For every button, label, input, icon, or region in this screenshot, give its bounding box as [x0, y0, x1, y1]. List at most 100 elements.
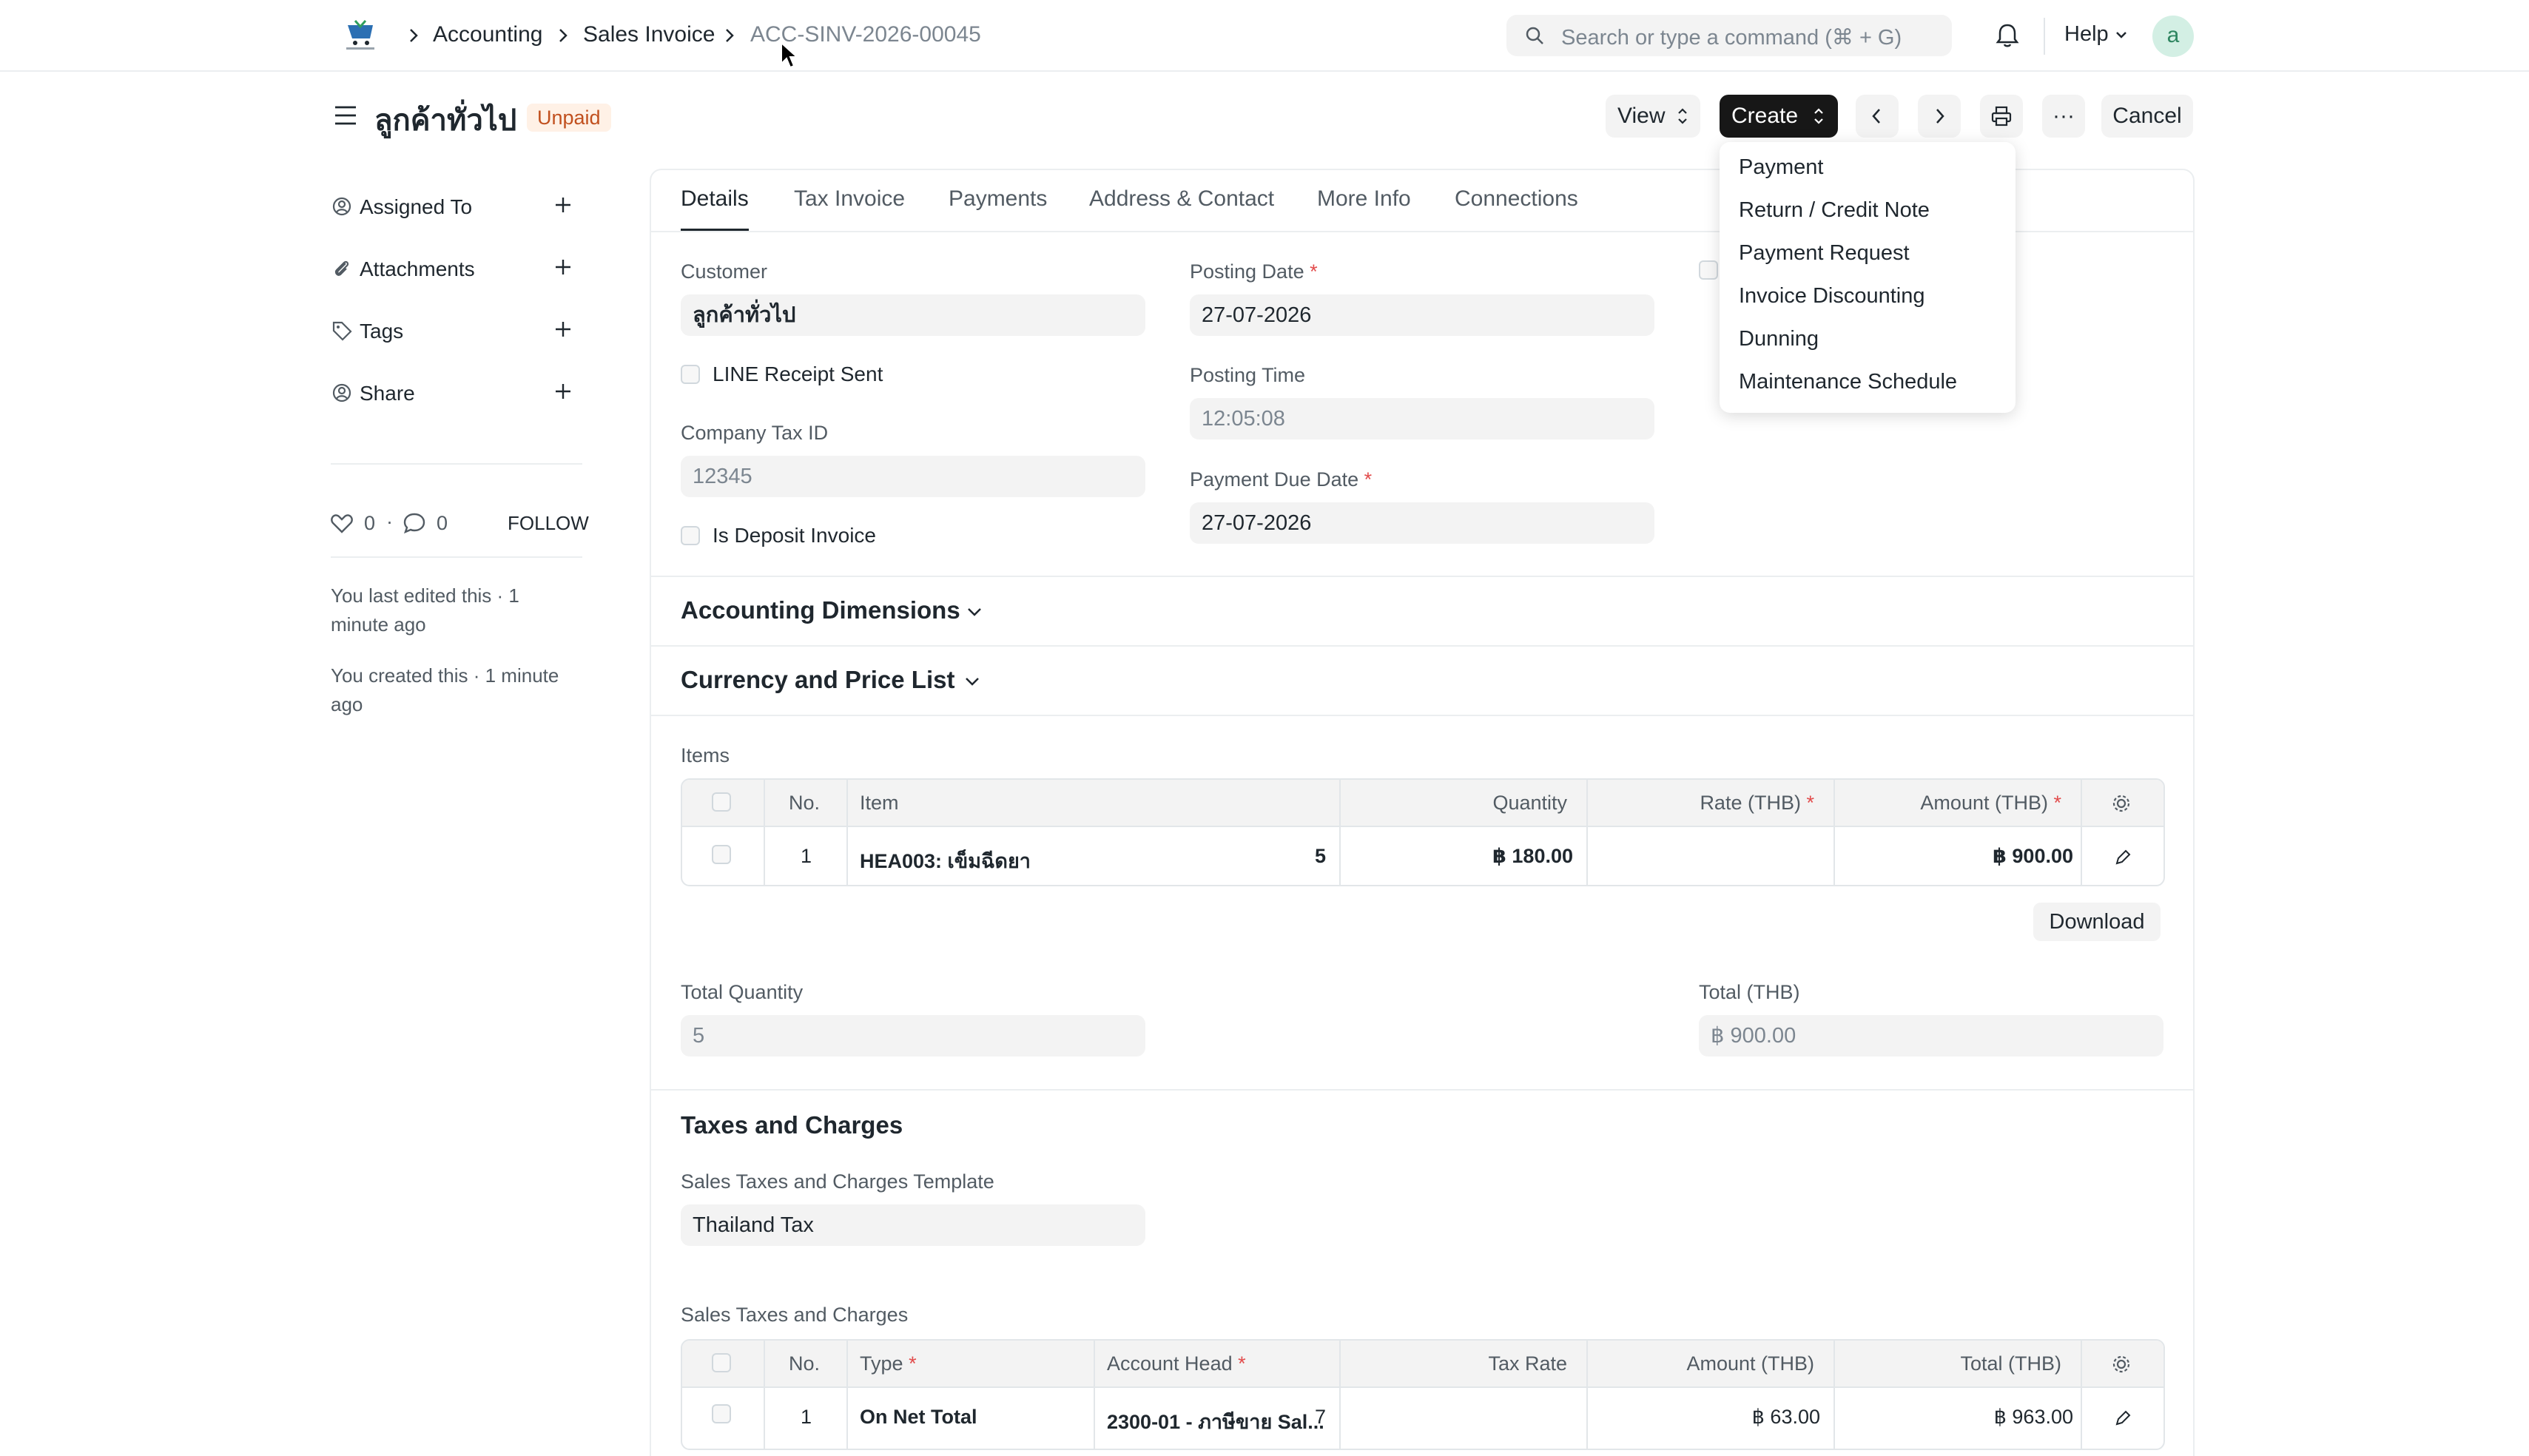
table-row[interactable]: 1 On Net Total 2300-01 - ภาษีขาย Sal... … — [682, 1389, 2163, 1449]
more-label: ··· — [2053, 104, 2075, 128]
edit-pencil-icon[interactable] — [2113, 848, 2132, 867]
posting-date-field[interactable]: 27-07-2026 — [1190, 294, 1654, 336]
paperclip-icon — [331, 257, 353, 280]
add-attachment-plus-icon[interactable] — [552, 256, 574, 278]
avatar[interactable]: a — [2152, 16, 2194, 57]
row-checkbox[interactable] — [712, 1404, 731, 1423]
search-placeholder: Search or type a command (⌘ + G) — [1561, 26, 1902, 50]
currency-price-list-header[interactable]: Currency and Price List — [681, 666, 954, 694]
help-menu[interactable]: Help — [2064, 22, 2109, 47]
chevron-down-icon[interactable] — [963, 675, 981, 688]
column-header-no: No. — [789, 1352, 821, 1375]
accounting-dimensions-header[interactable]: Accounting Dimensions — [681, 596, 960, 624]
add-tag-plus-icon[interactable] — [552, 318, 574, 340]
row-checkbox[interactable] — [712, 845, 731, 864]
row-item[interactable]: HEA003: เข็มฉีดยา — [860, 845, 1031, 877]
row-tax-rate[interactable]: 7 — [1315, 1406, 1326, 1429]
taxes-charges-header: Taxes and Charges — [681, 1111, 903, 1139]
section-divider — [651, 645, 2193, 647]
next-doc-button[interactable] — [1918, 95, 1961, 138]
items-label: Items — [681, 744, 730, 766]
select-all-checkbox[interactable] — [712, 792, 731, 812]
menu-item-payment-request[interactable]: Payment Request — [1739, 241, 1910, 266]
tab-address-contact[interactable]: Address & Contact — [1089, 186, 1274, 212]
tab-more-info[interactable]: More Info — [1317, 186, 1411, 212]
comment-count: 0 — [437, 512, 448, 534]
row-rate[interactable]: ฿ 180.00 — [1492, 845, 1573, 868]
items-table: No. Item Quantity Rate (THB) * Amount (T… — [681, 778, 2165, 886]
page-title: ลูกค้าทั่วไป — [374, 104, 517, 137]
required-asterisk: * — [1806, 792, 1814, 814]
row-account-head[interactable]: 2300-01 - ภาษีขาย Sal... — [1107, 1406, 1324, 1438]
row-total[interactable]: ฿ 963.00 — [1994, 1406, 2073, 1429]
cancel-button[interactable]: Cancel — [2101, 95, 2193, 138]
chevron-down-icon[interactable] — [966, 605, 983, 619]
app-logo[interactable] — [342, 18, 379, 55]
tab-details[interactable]: Details — [681, 186, 749, 212]
download-button[interactable]: Download — [2033, 903, 2161, 941]
follow-button[interactable]: FOLLOW — [508, 512, 589, 535]
more-actions-button[interactable]: ··· — [2042, 95, 2085, 138]
menu-item-invoice-discounting[interactable]: Invoice Discounting — [1739, 284, 1924, 309]
assign-icon — [331, 195, 353, 218]
sidebar-toggle-icon[interactable] — [333, 104, 358, 127]
menu-item-dunning[interactable]: Dunning — [1739, 327, 1819, 351]
row-amount[interactable]: ฿ 63.00 — [1752, 1406, 1820, 1429]
menu-item-return-credit-note[interactable]: Return / Credit Note — [1739, 198, 1930, 223]
sidebar-item-attachments[interactable]: Attachments — [360, 257, 475, 281]
company-tax-field[interactable]: 12345 — [681, 456, 1145, 497]
row-type[interactable]: On Net Total — [860, 1406, 977, 1429]
add-assignee-plus-icon[interactable] — [552, 194, 574, 216]
required-asterisk: * — [1364, 468, 1373, 491]
account-header-text: Account Head — [1107, 1352, 1233, 1375]
customer-field[interactable]: ลูกค้าทั่วไป — [681, 294, 1145, 336]
heart-icon[interactable] — [330, 512, 354, 534]
print-button[interactable] — [1980, 95, 2023, 138]
row-amount[interactable]: ฿ 900.00 — [1993, 845, 2073, 868]
tax-template-field[interactable]: Thailand Tax — [681, 1204, 1145, 1246]
select-all-checkbox[interactable] — [712, 1353, 731, 1372]
sidebar-item-tags[interactable]: Tags — [360, 320, 403, 343]
column-header-amount: Amount (THB) — [1686, 1352, 1814, 1375]
customer-label: Customer — [681, 260, 768, 283]
search-input[interactable]: Search or type a command (⌘ + G) — [1506, 15, 1952, 56]
chevron-right-icon — [1934, 107, 1946, 126]
posting-time-label: Posting Time — [1190, 364, 1306, 386]
sidebar-item-share[interactable]: Share — [360, 382, 415, 405]
menu-item-payment[interactable]: Payment — [1739, 155, 1823, 180]
gear-icon[interactable] — [2110, 792, 2132, 815]
row-quantity[interactable]: 5 — [1315, 845, 1326, 868]
breadcrumb-accounting[interactable]: Accounting — [433, 22, 542, 47]
activity-created: You created this · 1 minute ago — [331, 664, 559, 715]
hidden-checkbox[interactable] — [1699, 260, 1718, 280]
line-receipt-checkbox[interactable] — [681, 365, 700, 384]
tab-tax-invoice[interactable]: Tax Invoice — [794, 186, 905, 212]
navbar: Accounting Sales Invoice ACC-SINV-2026-0… — [0, 0, 2529, 72]
sidebar-item-assigned-to[interactable]: Assigned To — [360, 195, 472, 219]
total-field[interactable]: ฿ 900.00 — [1699, 1015, 2163, 1056]
menu-item-maintenance-schedule[interactable]: Maintenance Schedule — [1739, 370, 1957, 394]
deposit-invoice-label: Is Deposit Invoice — [713, 524, 876, 547]
total-quantity-field[interactable]: 5 — [681, 1015, 1145, 1056]
printer-icon — [1990, 105, 2013, 127]
due-date-label: Payment Due Date * — [1190, 468, 1372, 491]
previous-doc-button[interactable] — [1856, 95, 1899, 138]
comment-icon[interactable] — [403, 512, 426, 534]
create-button[interactable]: Create — [1720, 95, 1838, 138]
posting-time-field[interactable]: 12:05:08 — [1190, 398, 1654, 439]
gear-icon[interactable] — [2110, 1353, 2132, 1375]
bell-icon[interactable] — [1995, 22, 2020, 49]
column-header-quantity: Quantity — [1492, 792, 1567, 814]
edit-pencil-icon[interactable] — [2113, 1409, 2132, 1428]
breadcrumb-sales-invoice[interactable]: Sales Invoice — [583, 22, 715, 47]
due-date-field[interactable]: 27-07-2026 — [1190, 502, 1654, 544]
items-table-header: No. Item Quantity Rate (THB) * Amount (T… — [682, 780, 2163, 827]
like-count: 0 — [364, 512, 376, 534]
deposit-invoice-checkbox[interactable] — [681, 526, 700, 545]
add-share-plus-icon[interactable] — [552, 380, 574, 402]
line-receipt-label: LINE Receipt Sent — [713, 363, 883, 385]
tab-payments[interactable]: Payments — [949, 186, 1047, 212]
tab-connections[interactable]: Connections — [1455, 186, 1578, 212]
table-row[interactable]: 1 HEA003: เข็มฉีดยา 5 ฿ 180.00 ฿ 900.00 — [682, 829, 2163, 885]
view-button[interactable]: View — [1606, 95, 1700, 138]
